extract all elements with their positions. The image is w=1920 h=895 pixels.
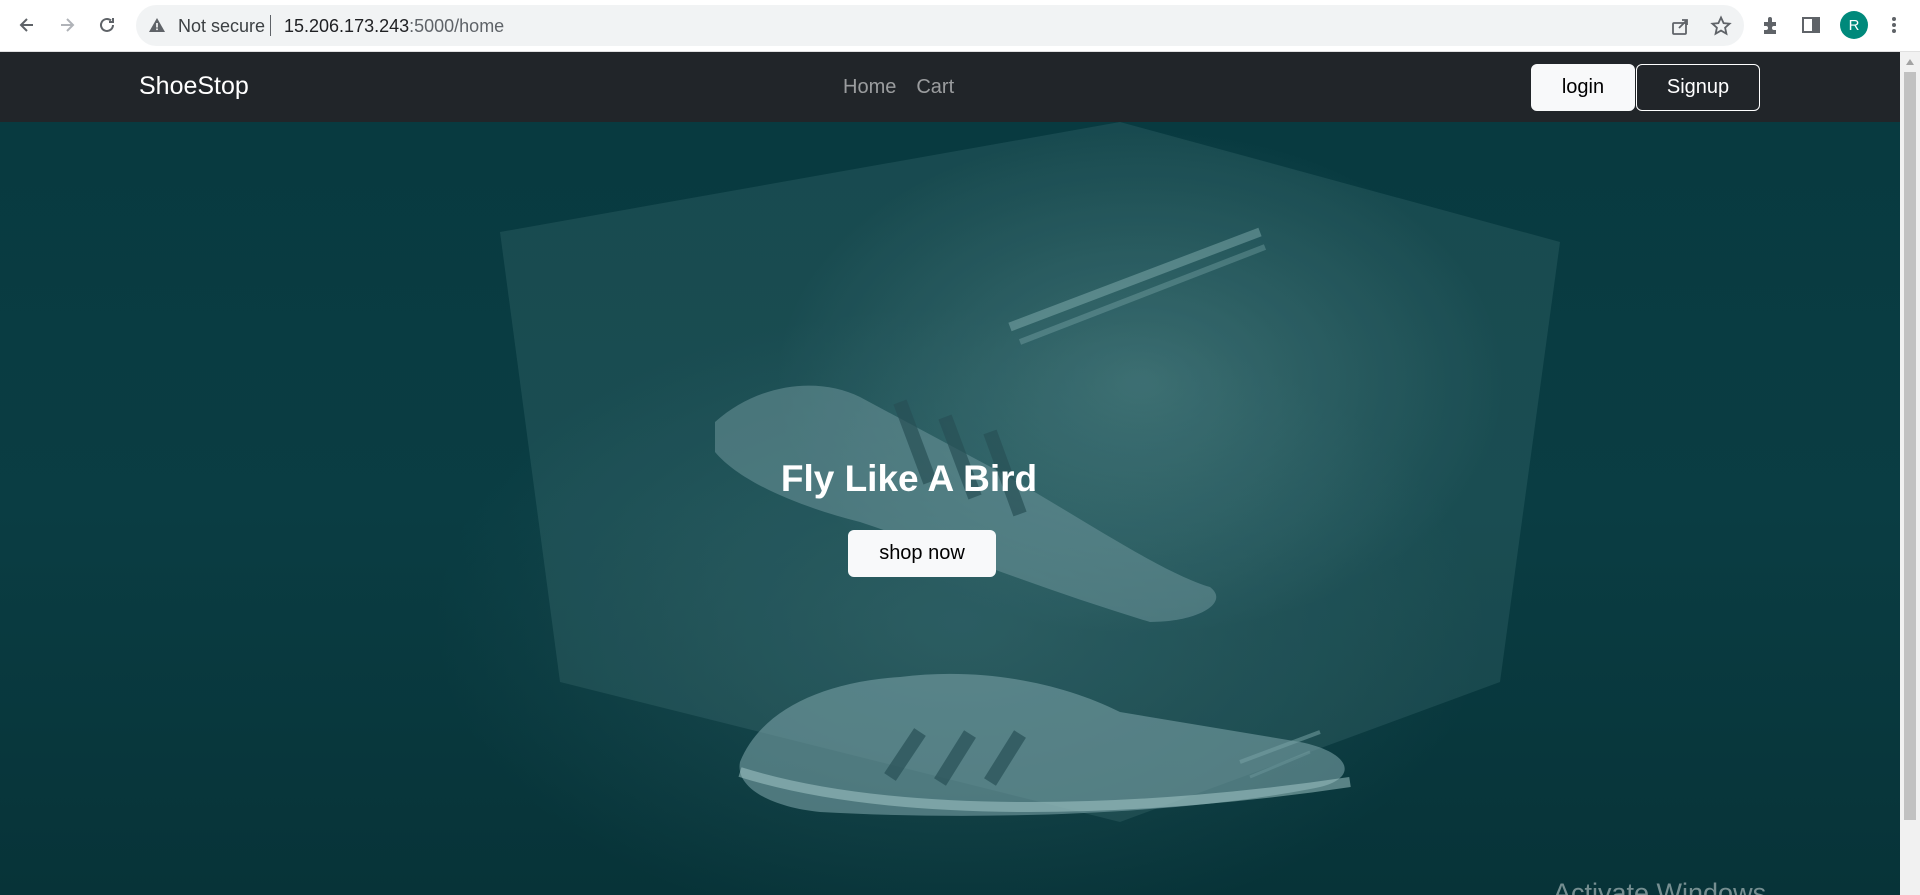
browser-toolbar: Not secure 15.206.173.243:5000/home R: [0, 0, 1920, 52]
activate-windows-watermark: Activate Windows: [1553, 878, 1767, 895]
shop-now-button[interactable]: shop now: [848, 530, 996, 577]
forward-button[interactable]: [50, 8, 84, 42]
forward-arrow-icon: [61, 18, 75, 32]
site-navbar: ShoeStop Home Cart login Signup: [0, 52, 1900, 122]
kebab-menu-icon[interactable]: [1883, 14, 1905, 36]
login-button[interactable]: login: [1531, 64, 1635, 111]
back-arrow-icon: [19, 18, 33, 32]
nav-links: Home Cart: [843, 76, 954, 99]
url-host: 15.206.173.243: [284, 16, 410, 36]
reload-icon: [100, 17, 114, 32]
address-divider: [270, 15, 271, 36]
security-status[interactable]: Not secure: [178, 16, 265, 37]
back-button[interactable]: [10, 8, 44, 42]
url-path: :5000/home: [409, 16, 505, 36]
share-icon[interactable]: [1670, 15, 1692, 37]
side-panel-icon[interactable]: [1800, 14, 1822, 36]
page-viewport: ShoeStop Home Cart login Signup Fly Like…: [0, 52, 1900, 895]
extensions-icon[interactable]: [1760, 14, 1782, 36]
scrollbar-thumb[interactable]: [1904, 72, 1916, 820]
warning-icon: [149, 18, 165, 32]
scroll-up-arrow-icon[interactable]: [1905, 58, 1915, 66]
url-text[interactable]: 15.206.173.243:5000/home: [284, 16, 504, 37]
sneaker-hero-image: [500, 122, 1560, 822]
address-bar[interactable]: Not secure 15.206.173.243:5000/home: [136, 5, 1744, 46]
nav-link-cart[interactable]: Cart: [916, 76, 954, 99]
vertical-scrollbar[interactable]: [1900, 52, 1920, 895]
signup-button[interactable]: Signup: [1636, 64, 1760, 111]
profile-avatar[interactable]: R: [1840, 11, 1868, 39]
reload-button[interactable]: [90, 8, 124, 42]
brand-logo[interactable]: ShoeStop: [139, 72, 249, 101]
nav-link-home[interactable]: Home: [843, 76, 896, 99]
hero-title: Fly Like A Bird: [780, 458, 1038, 499]
bookmark-star-icon[interactable]: [1710, 15, 1732, 37]
hero-banner: Fly Like A Bird shop now Activate Window…: [0, 122, 1900, 895]
